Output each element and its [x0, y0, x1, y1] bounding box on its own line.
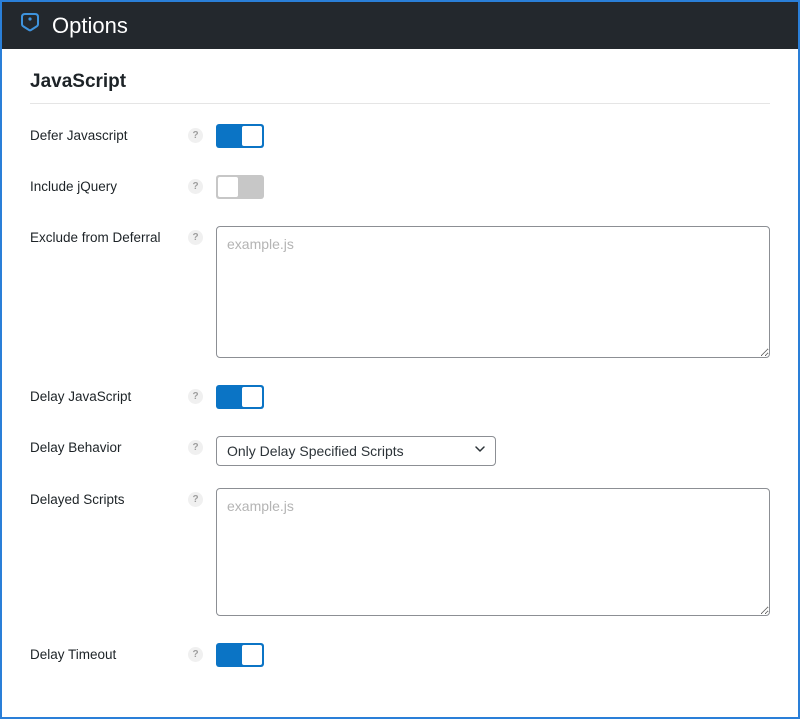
- page-title: Options: [52, 13, 128, 39]
- row-delay-javascript: Delay JavaScript ?: [30, 385, 770, 414]
- label-exclude-from-deferral: Exclude from Deferral: [30, 226, 188, 245]
- toggle-include-jquery[interactable]: [216, 175, 264, 199]
- toggle-knob: [242, 126, 262, 146]
- app-logo-icon: [18, 11, 42, 40]
- options-panel: JavaScript Defer Javascript ? Include jQ…: [2, 49, 798, 716]
- toggle-knob: [242, 387, 262, 407]
- select-delay-behavior[interactable]: Only Delay Specified Scripts: [216, 436, 496, 466]
- label-delay-behavior: Delay Behavior: [30, 436, 188, 455]
- toggle-defer-javascript[interactable]: [216, 124, 264, 148]
- help-icon[interactable]: ?: [188, 179, 203, 194]
- toggle-delay-timeout[interactable]: [216, 643, 264, 667]
- row-exclude-from-deferral: Exclude from Deferral ?: [30, 226, 770, 363]
- label-defer-javascript: Defer Javascript: [30, 124, 188, 143]
- row-delay-behavior: Delay Behavior ? Only Delay Specified Sc…: [30, 436, 770, 466]
- label-delayed-scripts: Delayed Scripts: [30, 488, 188, 507]
- toggle-knob: [242, 645, 262, 665]
- help-icon[interactable]: ?: [188, 647, 203, 662]
- help-icon[interactable]: ?: [188, 492, 203, 507]
- page-header: Options: [2, 2, 798, 49]
- label-delay-timeout: Delay Timeout: [30, 643, 188, 662]
- section-title-javascript: JavaScript: [30, 71, 770, 104]
- row-defer-javascript: Defer Javascript ?: [30, 124, 770, 153]
- toggle-knob: [218, 177, 238, 197]
- textarea-exclude-from-deferral[interactable]: [216, 226, 770, 358]
- label-include-jquery: Include jQuery: [30, 175, 188, 194]
- help-icon[interactable]: ?: [188, 389, 203, 404]
- row-include-jquery: Include jQuery ?: [30, 175, 770, 204]
- row-delay-timeout: Delay Timeout ?: [30, 643, 770, 672]
- help-icon[interactable]: ?: [188, 230, 203, 245]
- row-delayed-scripts: Delayed Scripts ?: [30, 488, 770, 621]
- toggle-delay-javascript[interactable]: [216, 385, 264, 409]
- help-icon[interactable]: ?: [188, 128, 203, 143]
- label-delay-javascript: Delay JavaScript: [30, 385, 188, 404]
- textarea-delayed-scripts[interactable]: [216, 488, 770, 616]
- help-icon[interactable]: ?: [188, 440, 203, 455]
